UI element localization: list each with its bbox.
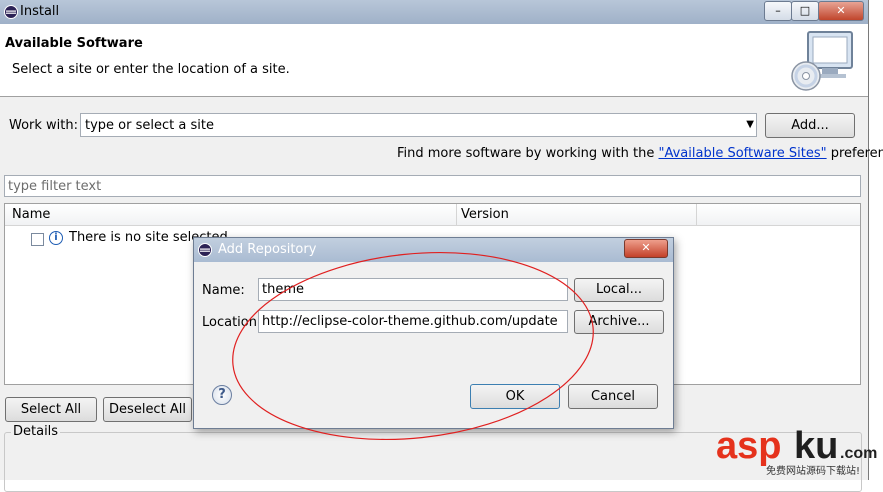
page-title: Available Software [5, 36, 143, 51]
name-label: Name: [202, 283, 245, 298]
column-divider[interactable] [696, 204, 697, 225]
info-icon: i [49, 231, 63, 245]
available-software-sites-link[interactable]: "Available Software Sites" [659, 146, 827, 161]
find-more-suffix: preferences. [830, 146, 883, 161]
aspku-watermark-logo: asp ku .com 免费网站源码下载站! [716, 425, 877, 477]
archive-button[interactable]: Archive... [574, 310, 664, 334]
find-more-prefix: Find more software by working with the [397, 146, 659, 161]
page-subtitle: Select a site or enter the location of a… [12, 62, 290, 77]
details-label: Details [11, 424, 61, 439]
close-button[interactable]: ✕ [818, 1, 864, 21]
column-version[interactable]: Version [461, 207, 509, 222]
table-header: Name Version [5, 204, 860, 226]
deselect-all-button[interactable]: Deselect All [103, 397, 192, 422]
location-field[interactable] [258, 310, 568, 333]
svg-text:.com: .com [840, 445, 877, 462]
install-cd-icon [791, 31, 853, 91]
eclipse-icon [4, 5, 18, 19]
dropdown-arrow-icon[interactable]: ▼ [746, 119, 754, 130]
column-divider[interactable] [456, 204, 457, 225]
ok-button[interactable]: OK [470, 384, 560, 409]
svg-text:asp: asp [716, 425, 781, 467]
local-button[interactable]: Local... [574, 278, 664, 302]
minimize-button[interactable]: – [764, 1, 792, 21]
name-field[interactable] [258, 278, 568, 301]
row-checkbox[interactable] [31, 233, 44, 246]
filter-field[interactable] [4, 175, 861, 197]
dialog-title-bar: Add Repository ✕ [194, 238, 673, 262]
find-more-text: Find more software by working with the "… [397, 146, 883, 161]
add-repository-dialog: Add Repository ✕ Name: Local... Location… [193, 237, 674, 429]
work-with-combo[interactable]: type or select a site ▼ [80, 113, 757, 137]
work-with-label: Work with: [9, 118, 79, 133]
window-title: Install [20, 4, 60, 19]
column-name[interactable]: Name [12, 207, 50, 222]
svg-text:ku: ku [794, 425, 838, 467]
wizard-header: Available Software Select a site or ente… [0, 24, 868, 97]
dialog-title: Add Repository [218, 242, 317, 257]
filter-input[interactable] [5, 176, 851, 196]
svg-text:免费网站源码下载站!: 免费网站源码下载站! [766, 464, 860, 477]
cancel-button[interactable]: Cancel [568, 384, 658, 409]
help-icon[interactable]: ? [212, 385, 232, 405]
location-input[interactable] [259, 311, 565, 332]
select-all-button[interactable]: Select All [5, 397, 97, 422]
location-label: Location: [202, 315, 262, 330]
work-with-value: type or select a site [85, 118, 214, 133]
eclipse-icon [198, 243, 212, 257]
dialog-close-button[interactable]: ✕ [624, 239, 668, 258]
add-button[interactable]: Add... [765, 113, 855, 138]
name-input[interactable] [259, 279, 565, 300]
maximize-button[interactable]: □ [791, 1, 819, 21]
title-bar: Install – □ ✕ [0, 0, 868, 24]
